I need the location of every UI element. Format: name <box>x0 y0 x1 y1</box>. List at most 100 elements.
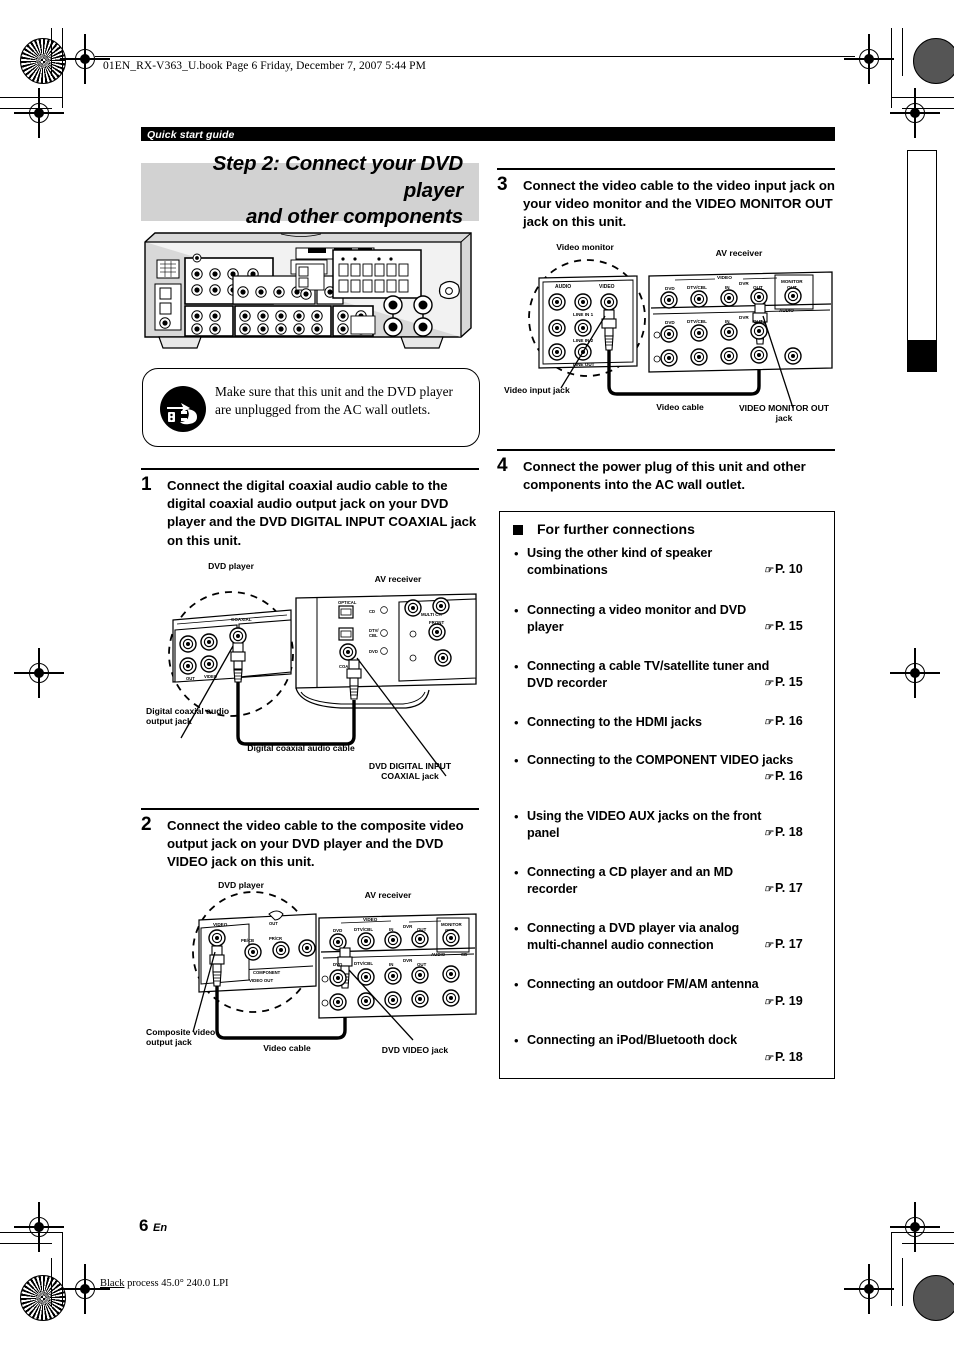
svg-text:MONITOR: MONITOR <box>781 279 803 284</box>
step-2-callout-left: Composite video output jack <box>146 1027 216 1048</box>
further-connections-item-label[interactable]: Connecting a CD player and an MD recorde… <box>527 864 767 898</box>
further-connections-item-page[interactable]: ☞ P. 18 <box>764 1050 803 1064</box>
step-1-text: Connect the digital coaxial audio cable … <box>167 478 477 548</box>
svg-text:VIDEO: VIDEO <box>213 922 228 927</box>
print-process-note: Black process 45.0° 240.0 LPI <box>100 1278 228 1289</box>
print-rosette-top-left <box>20 38 66 84</box>
svg-text:IN: IN <box>725 285 730 290</box>
registration-mark-left-middle <box>14 648 64 698</box>
page-ref-text: P. 10 <box>774 562 803 576</box>
svg-text:AUDIO: AUDIO <box>431 952 446 957</box>
step-1-callout-center: Digital coaxial audio cable <box>247 743 355 753</box>
pointing-hand-icon: ☞ <box>764 997 773 1008</box>
svg-text:PR/CR: PR/CR <box>269 936 282 941</box>
step-2-number: 2 <box>141 814 152 835</box>
registration-mark-right-middle <box>890 648 940 698</box>
further-connections-item-label[interactable]: Using the VIDEO AUX jacks on the front p… <box>527 808 773 842</box>
svg-text:DTV/CBL: DTV/CBL <box>354 927 373 932</box>
step-3-text: Connect the video cable to the video inp… <box>523 178 835 230</box>
unplug-warning-text: Make sure that this unit and the DVD pla… <box>215 384 453 418</box>
step-3-callout-center: Video cable <box>656 402 704 412</box>
page-ref-text: P. 15 <box>774 619 803 633</box>
further-connections-square-icon <box>513 525 523 535</box>
svg-text:AUDIO: AUDIO <box>779 308 794 313</box>
registration-mark-top-right <box>844 34 894 84</box>
receiver-rear-panel-illustration <box>141 228 479 352</box>
further-connections-bullet: • <box>514 865 519 880</box>
further-connections-item-label[interactable]: Using the other kind of speaker combinat… <box>527 545 757 579</box>
further-connections-item-page[interactable]: ☞ P. 16 <box>764 714 803 728</box>
further-connections-item-page[interactable]: ☞ P. 16 <box>764 769 803 783</box>
further-connections-item-page[interactable]: ☞ P. 19 <box>764 994 803 1008</box>
step-4-text: Connect the power plug of this unit and … <box>523 459 806 493</box>
further-connections-item-label[interactable]: Connecting a DVD player via analog multi… <box>527 920 771 954</box>
further-connections-item-page[interactable]: ☞ P. 15 <box>764 675 803 689</box>
further-connections-item-label[interactable]: Connecting to the HDMI jacks <box>527 714 767 731</box>
running-head-bar: Quick start guide <box>141 127 835 141</box>
further-connections-item-label[interactable]: Connecting an outdoor FM/AM antenna <box>527 976 795 993</box>
page-ref-text: P. 15 <box>774 675 803 689</box>
registration-mark-bottom-left <box>60 1264 110 1314</box>
further-connections-item-label[interactable]: Connecting an iPod/Bluetooth dock <box>527 1032 795 1049</box>
registration-mark-bottom-right <box>844 1264 894 1314</box>
step-2-figure-label-right: AV receiver <box>364 890 412 900</box>
svg-text:VIDEO: VIDEO <box>599 284 615 290</box>
further-connections-item-label[interactable]: Connecting to the COMPONENT VIDEO jacks <box>527 752 795 769</box>
svg-text:LINE IN 1: LINE IN 1 <box>573 312 594 317</box>
svg-text:VIDEO OUT: VIDEO OUT <box>249 978 273 983</box>
step-2-callout-center: Video cable <box>263 1043 311 1053</box>
crop-line-bl-v2 <box>62 1232 64 1306</box>
file-header-rule <box>95 56 855 58</box>
svg-text:IN: IN <box>725 319 730 324</box>
crop-line-br-h2 <box>902 1243 954 1245</box>
svg-text:DVD: DVD <box>665 320 675 325</box>
registration-mark-right-upper <box>890 88 940 138</box>
crop-line-bl-h2 <box>0 1243 52 1245</box>
step-2-callout-right: DVD VIDEO jack <box>381 1045 449 1055</box>
crop-line-tl-v <box>51 28 53 76</box>
further-connections-item-page[interactable]: ☞ P. 10 <box>764 562 803 576</box>
step-3-figure-label-right: AV receiver <box>715 248 763 258</box>
pointing-hand-icon: ☞ <box>764 678 773 689</box>
step-3-callout-left: Video input jack <box>504 385 570 395</box>
print-rosette-top-right <box>913 38 954 84</box>
further-connections-bullet: • <box>514 546 519 561</box>
further-connections-item-label[interactable]: Connecting a cable TV/satellite tuner an… <box>527 658 795 692</box>
step-1-number: 1 <box>141 474 152 495</box>
crop-line-tr-v <box>891 28 893 108</box>
svg-text:COMPONENT: COMPONENT <box>253 970 281 975</box>
step-1-rule <box>141 468 479 470</box>
further-connections-item-page[interactable]: ☞ P. 17 <box>764 937 803 951</box>
page-number: 6 <box>139 1216 149 1235</box>
further-connections-bullet: • <box>514 1033 519 1048</box>
print-rosette-bottom-right <box>913 1275 954 1321</box>
crop-line-tr-v2 <box>902 28 904 76</box>
crop-line-br-h <box>892 1232 954 1234</box>
svg-text:VIDEO: VIDEO <box>363 917 378 922</box>
page-ref-text: P. 16 <box>774 769 803 783</box>
step-1-figure: OUT VIDEO COAXIAL OPTICAL CD DTV/ CBL DV… <box>141 558 479 788</box>
further-connections-heading: For further connections <box>537 521 695 537</box>
svg-text:DTV/CBL: DTV/CBL <box>687 285 707 290</box>
further-connections-item-page[interactable]: ☞ P. 18 <box>764 825 803 839</box>
further-connections-item-page[interactable]: ☞ P. 15 <box>764 619 803 633</box>
crop-line-tr-h2 <box>902 108 954 110</box>
svg-text:MONITOR: MONITOR <box>441 922 462 927</box>
svg-text:DVD: DVD <box>333 962 342 967</box>
further-connections-item-page[interactable]: ☞ P. 17 <box>764 881 803 895</box>
thumb-index-marker <box>908 340 936 372</box>
step-1-callout-right: DVD DIGITAL INPUT COAXIAL jack <box>368 761 452 782</box>
crop-line-br-v <box>891 1232 893 1306</box>
svg-text:DVR: DVR <box>403 924 413 929</box>
svg-text:OUT: OUT <box>417 962 427 967</box>
unplug-warning-box: Make sure that this unit and the DVD pla… <box>142 368 480 447</box>
further-connections-item-label[interactable]: Connecting a video monitor and DVD playe… <box>527 602 757 636</box>
svg-text:DVD: DVD <box>665 286 675 291</box>
step-1-figure-label-left: DVD player <box>208 561 254 571</box>
step-4-number: 4 <box>497 455 508 476</box>
svg-text:AUDIO: AUDIO <box>555 284 571 290</box>
crop-line-tl-v2 <box>62 28 64 108</box>
pointing-hand-icon: ☞ <box>764 565 773 576</box>
pointing-hand-icon: ☞ <box>764 828 773 839</box>
crop-line-tl-h <box>0 97 62 99</box>
